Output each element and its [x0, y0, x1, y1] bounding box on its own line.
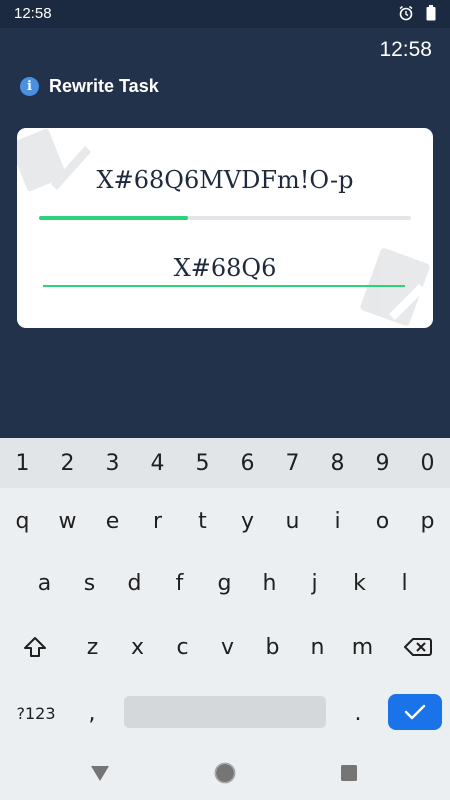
input-underline: [43, 285, 405, 287]
key-0[interactable]: 0: [405, 438, 450, 488]
key-r[interactable]: r: [135, 498, 180, 544]
number-row: 1 2 3 4 5 6 7 8 9 0: [0, 438, 450, 488]
letter-row-2: a s d f g h j k l: [22, 560, 427, 606]
key-x[interactable]: x: [115, 624, 160, 670]
status-time: 12:58: [14, 5, 52, 22]
period-key[interactable]: .: [332, 690, 384, 736]
status-icons: [398, 5, 436, 21]
key-p[interactable]: p: [405, 498, 450, 544]
key-u[interactable]: u: [270, 498, 315, 544]
backspace-key[interactable]: [385, 624, 450, 670]
alarm-icon: [398, 5, 414, 21]
nav-bar: [0, 744, 450, 800]
key-n[interactable]: n: [295, 624, 340, 670]
key-g[interactable]: g: [202, 560, 247, 606]
key-8[interactable]: 8: [315, 438, 360, 488]
bottom-row: ?123 , .: [0, 690, 450, 736]
shift-key[interactable]: [0, 624, 70, 670]
home-icon[interactable]: [214, 762, 236, 784]
task-card: X#68Q6MVDFm!O-p X#68Q6: [17, 128, 433, 328]
key-6[interactable]: 6: [225, 438, 270, 488]
target-text: X#68Q6MVDFm!O-p: [96, 166, 354, 194]
back-icon[interactable]: [90, 764, 110, 782]
shift-icon: [24, 637, 46, 657]
typed-text-input[interactable]: X#68Q6: [17, 254, 433, 282]
key-b[interactable]: b: [250, 624, 295, 670]
key-j[interactable]: j: [292, 560, 337, 606]
key-f[interactable]: f: [157, 560, 202, 606]
checkmark-icon: [404, 704, 426, 720]
key-t[interactable]: t: [180, 498, 225, 544]
key-7[interactable]: 7: [270, 438, 315, 488]
key-z[interactable]: z: [70, 624, 115, 670]
keyboard: 1 2 3 4 5 6 7 8 9 0 q w e r t y u i o p …: [0, 438, 450, 744]
space-key[interactable]: [124, 696, 326, 728]
key-h[interactable]: h: [247, 560, 292, 606]
progress-fill: [39, 216, 188, 220]
progress-track: [39, 216, 411, 220]
key-m[interactable]: m: [340, 624, 385, 670]
letter-row-3: z x c v b n m: [0, 624, 450, 670]
key-w[interactable]: w: [45, 498, 90, 544]
status-bar: 12:58: [0, 0, 450, 28]
backspace-icon: [403, 638, 432, 656]
key-l[interactable]: l: [382, 560, 427, 606]
key-v[interactable]: v: [205, 624, 250, 670]
comma-key[interactable]: ,: [66, 690, 118, 736]
key-3[interactable]: 3: [90, 438, 135, 488]
key-s[interactable]: s: [67, 560, 112, 606]
key-2[interactable]: 2: [45, 438, 90, 488]
key-o[interactable]: o: [360, 498, 405, 544]
key-e[interactable]: e: [90, 498, 135, 544]
info-icon: i: [20, 77, 39, 96]
key-4[interactable]: 4: [135, 438, 180, 488]
key-y[interactable]: y: [225, 498, 270, 544]
key-i[interactable]: i: [315, 498, 360, 544]
enter-key[interactable]: [388, 694, 442, 730]
key-5[interactable]: 5: [180, 438, 225, 488]
battery-icon: [426, 5, 436, 21]
key-q[interactable]: q: [0, 498, 45, 544]
key-9[interactable]: 9: [360, 438, 405, 488]
key-k[interactable]: k: [337, 560, 382, 606]
key-c[interactable]: c: [160, 624, 205, 670]
task-title: Rewrite Task: [49, 76, 159, 96]
key-a[interactable]: a: [22, 560, 67, 606]
letter-row-1: q w e r t y u i o p: [0, 498, 450, 544]
recents-icon[interactable]: [340, 764, 358, 782]
symbols-key[interactable]: ?123: [6, 690, 66, 736]
key-1[interactable]: 1: [0, 438, 45, 488]
key-d[interactable]: d: [112, 560, 157, 606]
clock: 12:58: [379, 38, 432, 61]
task-header: i Rewrite Task: [20, 76, 159, 97]
